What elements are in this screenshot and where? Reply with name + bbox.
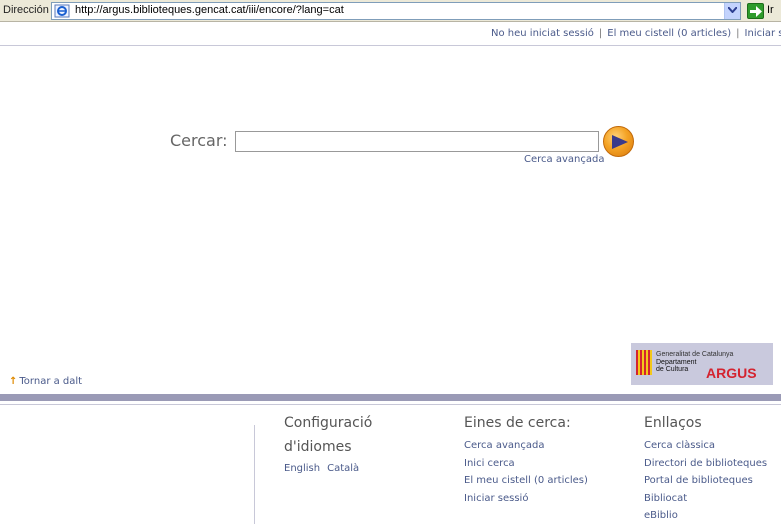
address-url[interactable]: http://argus.biblioteques.gencat.cat/iii…	[75, 4, 344, 16]
footer-languages-column: Configuració d'idiomes English Català	[284, 411, 372, 474]
footer-tools-column: Eines de cerca: Cerca avançada Inici cer…	[464, 411, 588, 507]
list-item: Cerca avançada	[464, 437, 588, 455]
tools-new-search-link[interactable]: Inici cerca	[464, 458, 515, 469]
search-input[interactable]	[235, 131, 599, 152]
back-to-top[interactable]: ↑ Tornar a dalt	[9, 376, 82, 387]
logo-brand: ARGUS	[706, 365, 757, 381]
play-arrow-icon	[612, 135, 628, 149]
list-item: Inici cerca	[464, 455, 588, 473]
library-directory-link[interactable]: Directori de biblioteques	[644, 458, 767, 469]
list-item: eBiblio	[644, 507, 767, 524]
logo-department: Departament de Cultura	[656, 359, 696, 373]
chevron-down-icon	[728, 7, 737, 13]
links-heading: Enllaços	[644, 415, 702, 431]
library-portal-link[interactable]: Portal de biblioteques	[644, 475, 753, 486]
footer-bar	[0, 394, 781, 401]
tools-login-link[interactable]: Iniciar sessió	[464, 493, 528, 504]
language-english-link[interactable]: English	[284, 463, 320, 474]
tools-advanced-search-link[interactable]: Cerca avançada	[464, 440, 544, 451]
tools-list: Cerca avançada Inici cerca El meu cistel…	[464, 437, 588, 507]
footer-column-divider	[254, 425, 255, 524]
list-item: Cerca clàssica	[644, 437, 767, 455]
language-catalan-link[interactable]: Català	[327, 463, 359, 474]
address-label: Dirección	[3, 4, 49, 16]
advanced-search-link[interactable]: Cerca avançada	[524, 154, 604, 165]
logo-line3: de Cultura	[656, 366, 689, 373]
list-item: Iniciar sessió	[464, 490, 588, 508]
list-item: Directori de biblioteques	[644, 455, 767, 473]
search-submit-button[interactable]	[603, 126, 634, 157]
ebiblio-link[interactable]: eBiblio	[644, 510, 678, 521]
search-label: Cercar:	[170, 131, 228, 150]
list-item: Portal de biblioteques	[644, 472, 767, 490]
go-label[interactable]: Ir	[767, 4, 774, 16]
logo-line1: Generalitat de Catalunya	[656, 351, 734, 358]
tools-basket-link[interactable]: El meu cistell (0 articles)	[464, 475, 588, 486]
separator: |	[598, 28, 603, 39]
languages-heading: Configuració d'idiomes	[284, 411, 372, 459]
ie-page-icon	[54, 4, 70, 18]
address-dropdown-button[interactable]	[724, 3, 740, 19]
footer-links-column: Enllaços Cerca clàssica Directori de bib…	[644, 411, 767, 524]
language-links: English Català	[284, 463, 372, 474]
classic-search-link[interactable]: Cerca clàssica	[644, 440, 715, 451]
arrow-right-icon	[750, 6, 762, 17]
footer-divider-line	[0, 404, 781, 405]
header-divider	[0, 45, 781, 46]
languages-heading-line1: Configuració	[284, 415, 373, 431]
login-link[interactable]: Iniciar se	[745, 28, 781, 39]
languages-heading-line2: d'idiomes	[284, 439, 352, 455]
separator: |	[736, 28, 740, 39]
list-item: Bibliocat	[644, 490, 767, 508]
links-list: Cerca clàssica Directori de biblioteques…	[644, 437, 767, 524]
go-button[interactable]	[747, 3, 764, 19]
login-status-link[interactable]: No heu iniciat sessió	[491, 28, 594, 39]
list-item: El meu cistell (0 articles)	[464, 472, 588, 490]
address-bar: Dirección http://argus.biblioteques.genc…	[0, 0, 781, 22]
catalan-flag-icon	[636, 350, 652, 375]
bibliocat-link[interactable]: Bibliocat	[644, 493, 687, 504]
address-field[interactable]: http://argus.biblioteques.gencat.cat/iii…	[51, 2, 741, 20]
back-to-top-label[interactable]: Tornar a dalt	[19, 376, 82, 387]
arrow-up-icon: ↑	[9, 376, 18, 387]
generalitat-argus-logo[interactable]: Generalitat de Catalunya Departament de …	[631, 343, 773, 385]
tools-heading: Eines de cerca:	[464, 415, 571, 431]
user-links: No heu iniciat sessió | El meu cistell (0 …	[491, 28, 781, 39]
basket-link[interactable]: El meu cistell (0 articles)	[607, 28, 731, 39]
logo-line2: Departament	[656, 359, 697, 366]
